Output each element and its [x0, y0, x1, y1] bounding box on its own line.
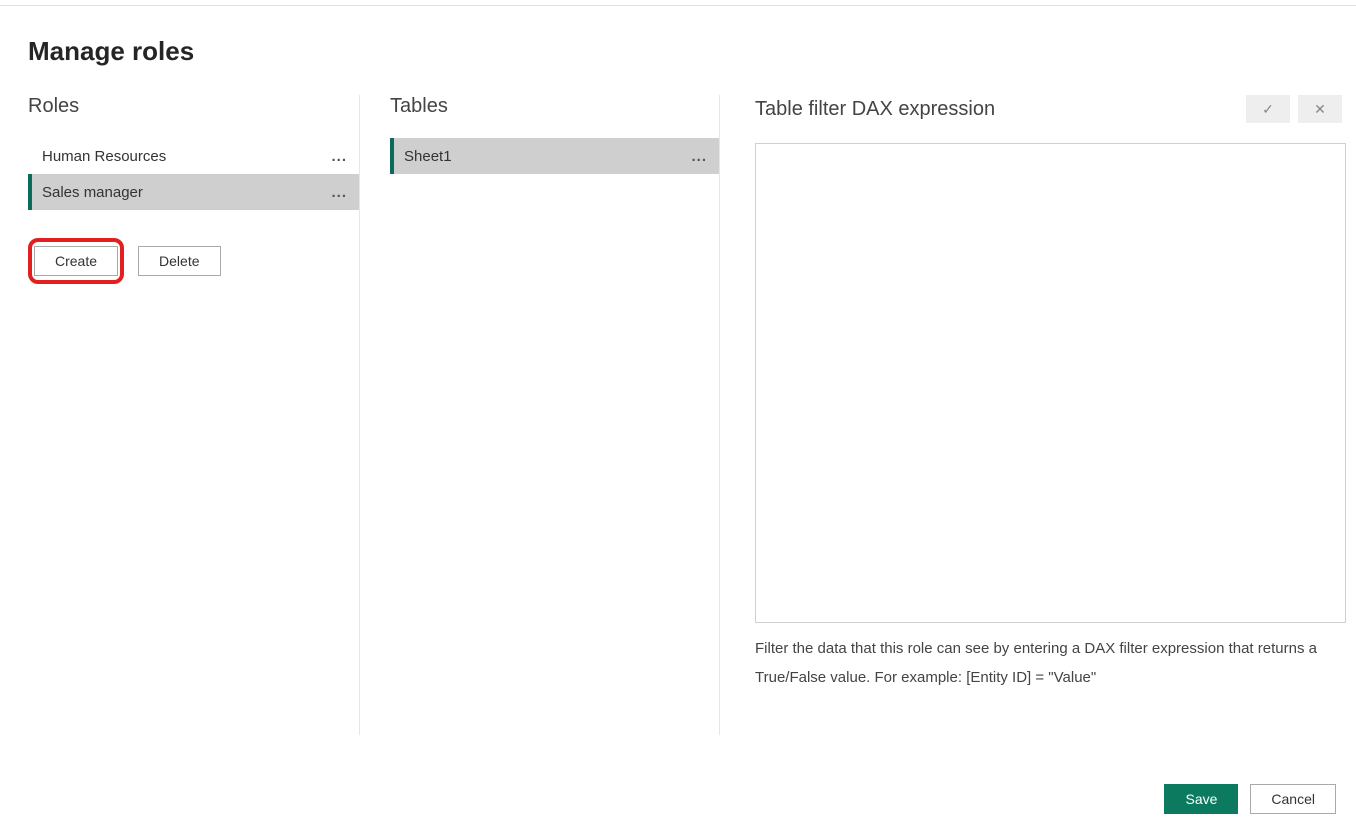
dax-help-text: Filter the data that this role can see b…	[755, 635, 1346, 692]
more-icon[interactable]: ...	[331, 148, 347, 165]
table-item-sheet1[interactable]: Sheet1 ...	[390, 138, 719, 174]
more-icon[interactable]: ...	[331, 184, 347, 201]
list-item-label: Human Resources	[42, 148, 166, 165]
highlight-annotation: Create	[28, 238, 124, 284]
cancel-button[interactable]: Cancel	[1250, 784, 1336, 814]
dax-expression-input[interactable]	[755, 143, 1346, 623]
close-icon[interactable]: ✕	[1298, 95, 1342, 123]
role-item-human-resources[interactable]: Human Resources ...	[28, 138, 359, 174]
check-icon[interactable]: ✓	[1246, 95, 1290, 123]
roles-list: Human Resources ... Sales manager ...	[28, 138, 359, 210]
save-button[interactable]: Save	[1164, 784, 1238, 814]
roles-header: Roles	[28, 95, 359, 118]
more-icon[interactable]: ...	[691, 148, 707, 165]
tables-list: Sheet1 ...	[390, 138, 719, 174]
page-title: Manage roles	[28, 36, 1356, 67]
delete-button[interactable]: Delete	[138, 246, 220, 276]
create-button[interactable]: Create	[34, 246, 118, 276]
tables-header: Tables	[390, 95, 719, 118]
dax-header: Table filter DAX expression	[755, 98, 995, 121]
role-item-sales-manager[interactable]: Sales manager ...	[28, 174, 359, 210]
list-item-label: Sheet1	[404, 148, 452, 165]
list-item-label: Sales manager	[42, 184, 143, 201]
